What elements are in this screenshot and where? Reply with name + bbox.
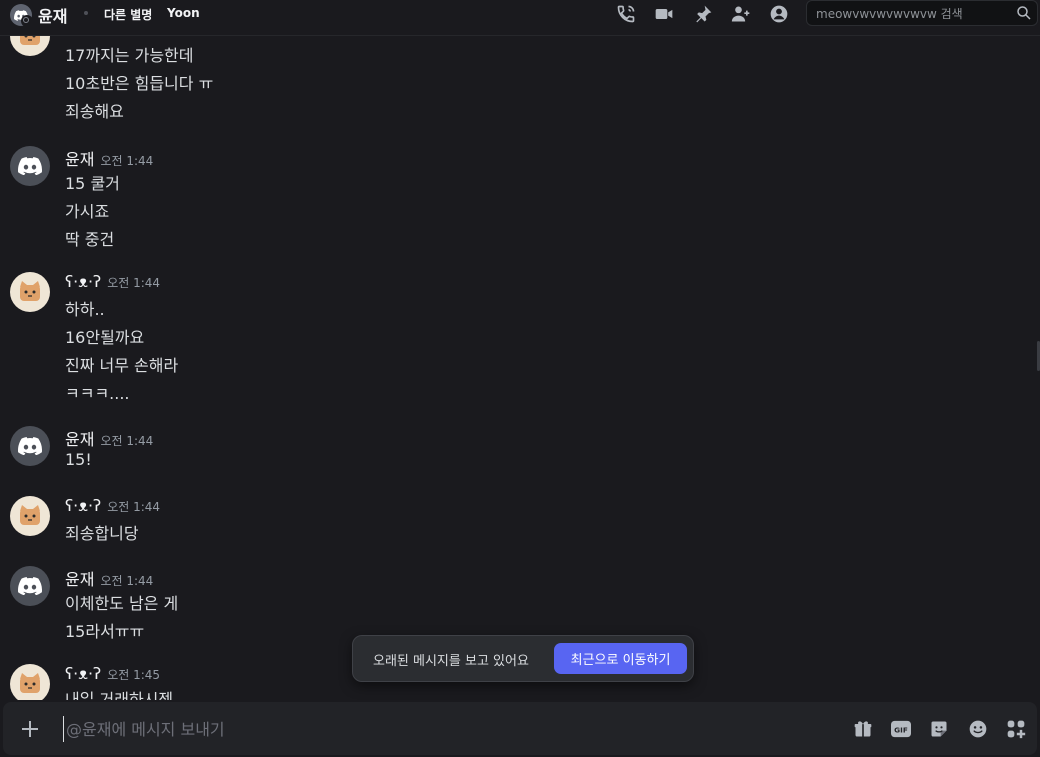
alias-value: Yoon [167, 6, 200, 20]
message-text: 15라서ㅠㅠ [65, 622, 145, 641]
message-text: 딱 중건 [65, 230, 115, 249]
gift-icon[interactable] [851, 717, 875, 741]
alias-label: 다른 별명 [104, 8, 153, 22]
banner-text: 오래된 메시지를 보고 있어요 [373, 654, 529, 669]
older-messages-banner: 오래된 메시지를 보고 있어요 최근으로 이동하기 [352, 635, 694, 682]
svg-text:GIF: GIF [894, 726, 908, 735]
message-header: ʕ·ᴥ·ʔ 오전 1:44 [65, 272, 160, 292]
message-text: 17까지는 가능한데 [65, 46, 194, 65]
search-input[interactable]: meowvwvwvwvwvw 검색 [816, 5, 963, 22]
dm-avatar[interactable] [10, 4, 33, 27]
header-separator [84, 11, 88, 15]
message-text: 내일 거래하시젰 [65, 690, 174, 700]
search-icon[interactable] [1015, 4, 1033, 26]
cat-avatar-icon [20, 673, 40, 693]
cat-avatar-icon [20, 281, 40, 301]
video-call-icon[interactable] [653, 3, 675, 25]
author-name[interactable]: 윤재 [65, 150, 94, 169]
message-text: 죄송합니당 [65, 524, 139, 543]
add-friend-icon[interactable] [730, 3, 752, 25]
status-indicator [21, 15, 33, 27]
message-text: 15 쿨거 [65, 174, 120, 193]
message-text: 죄송해요 [65, 102, 124, 121]
avatar[interactable] [10, 566, 50, 606]
message-header: ʕ·ᴥ·ʔ 오전 1:44 [65, 496, 160, 516]
timestamp: 오전 1:44 [100, 574, 154, 588]
timestamp: 오전 1:44 [107, 276, 161, 290]
cat-avatar-icon [20, 505, 40, 525]
message-text: 10초반은 힘듭니다 ㅠ [65, 74, 214, 93]
user-profile-icon[interactable] [768, 3, 790, 25]
message-text: 가시죠 [65, 202, 110, 221]
message-list[interactable]: 17까지는 가능한데 10초반은 힘듭니다 ㅠ 죄송해요 윤재 오전 1:44 1… [0, 36, 1040, 700]
sticker-icon[interactable] [927, 717, 951, 741]
message-text: 하하.. [65, 300, 105, 319]
message-input[interactable] [63, 716, 788, 742]
message-text: 16안될까요 [65, 328, 145, 347]
voice-call-icon[interactable] [615, 3, 637, 25]
jump-to-present-button[interactable]: 최근으로 이동하기 [554, 643, 687, 674]
avatar[interactable] [10, 664, 50, 700]
apps-icon[interactable] [1004, 717, 1028, 741]
author-name[interactable]: ʕ·ᴥ·ʔ [65, 496, 101, 515]
search-box[interactable]: meowvwvwvwvwvw 검색 [806, 0, 1038, 26]
avatar[interactable] [10, 426, 50, 466]
message-text: 15! [65, 450, 92, 469]
timestamp: 오전 1:44 [100, 154, 154, 168]
author-name[interactable]: ʕ·ᴥ·ʔ [65, 664, 101, 683]
discord-logo-icon [18, 157, 42, 175]
timestamp: 오전 1:44 [100, 434, 154, 448]
message-text: 이체한도 남은 게 [65, 594, 179, 613]
cat-avatar-icon [20, 36, 40, 45]
avatar[interactable] [10, 272, 50, 312]
avatar[interactable] [10, 36, 50, 56]
timestamp: 오전 1:44 [107, 500, 161, 514]
message-composer: GIF [3, 702, 1037, 755]
author-name[interactable]: ʕ·ᴥ·ʔ [65, 272, 101, 291]
gif-icon[interactable]: GIF [889, 717, 913, 741]
discord-logo-icon [18, 437, 42, 455]
add-attachment-icon[interactable] [18, 717, 42, 741]
channel-title: 윤재 [38, 7, 68, 26]
message-text: 진짜 너무 손해라 [65, 356, 179, 375]
author-name[interactable]: 윤재 [65, 570, 94, 589]
pin-icon[interactable] [692, 3, 714, 25]
author-name[interactable]: 윤재 [65, 430, 94, 449]
channel-header: 윤재 다른 별명 Yoon meowvwvwvwvwvw 검색 [0, 0, 1040, 36]
message-header: 윤재 오전 1:44 [65, 426, 153, 450]
message-header: 윤재 오전 1:44 [65, 566, 153, 590]
message-header: ʕ·ᴥ·ʔ 오전 1:45 [65, 664, 160, 684]
avatar[interactable] [10, 146, 50, 186]
avatar[interactable] [10, 496, 50, 536]
emoji-icon[interactable] [966, 717, 990, 741]
message-text: ㅋㅋㅋ.... [65, 384, 130, 403]
timestamp: 오전 1:45 [107, 668, 161, 682]
message-header: 윤재 오전 1:44 [65, 146, 153, 170]
discord-logo-icon [18, 577, 42, 595]
